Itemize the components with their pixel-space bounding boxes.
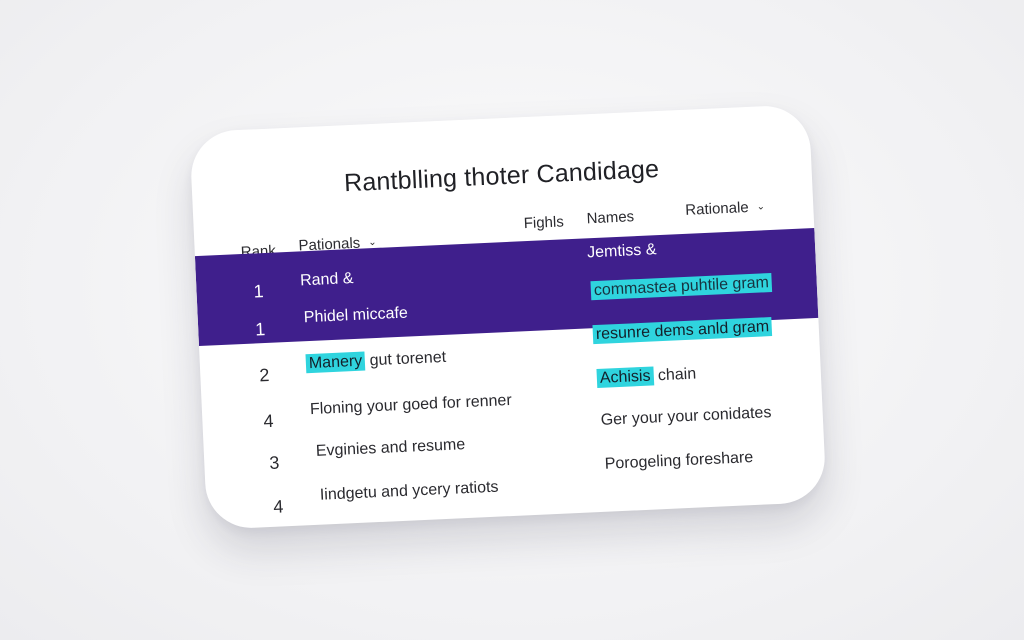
row-3-rank: 2 <box>258 364 270 386</box>
row-3-pational-rest: gut torenet <box>364 348 447 370</box>
row-4-rationale-rest: chain <box>653 365 697 385</box>
header-names[interactable]: Names <box>586 208 634 227</box>
row-5-rationale[interactable]: Ger your your conidates <box>600 404 771 430</box>
row-4-rank: 4 <box>263 410 274 432</box>
row-3-pational-highlight: Manery <box>305 351 366 374</box>
row-5-pational[interactable]: Evginies and resume <box>316 436 466 461</box>
row-6-pational[interactable]: Iindgetu and ycery ratiots <box>320 479 499 505</box>
row-5-rank: 3 <box>268 452 280 473</box>
row-1-pational[interactable]: Rand & <box>300 270 354 290</box>
row-3-pational[interactable]: Manery gut torenet <box>305 348 447 374</box>
chevron-down-icon: ⌄ <box>756 201 766 213</box>
row-2-rank: 1 <box>254 319 266 340</box>
row-1-rank: 1 <box>253 281 265 302</box>
header-rationale-label: Rationale <box>684 198 750 219</box>
row-4-pational[interactable]: Floning your goed for renner <box>310 392 513 419</box>
screen-background: Rantblling thoter Candidage Rank Pationa… <box>0 0 1024 640</box>
header-fighls[interactable]: Fighls <box>523 213 564 232</box>
row-6-rationale[interactable]: Porogeling foreshare <box>604 449 753 474</box>
header-rationale[interactable]: Rationale ⌄ <box>685 198 765 219</box>
chevron-down-icon: ⌄ <box>367 236 377 249</box>
row-2-rationale[interactable]: commastea puhtile gram <box>590 273 773 301</box>
card-title: Rantblling thoter Candidage <box>343 155 660 198</box>
row-4-rationale[interactable]: Achisis chain <box>596 365 697 389</box>
row-2-pational[interactable]: Phidel miccafe <box>303 305 408 328</box>
row-2-rationale-highlight: commastea puhtile gram <box>590 273 773 301</box>
row-6-rank: 4 <box>272 496 284 517</box>
row-4-rationale-highlight: Achisis <box>596 366 654 389</box>
row-1-rationale[interactable]: Jemtiss & <box>587 241 657 262</box>
candidate-ranking-card: Rantblling thoter Candidage Rank Pationa… <box>189 104 827 530</box>
